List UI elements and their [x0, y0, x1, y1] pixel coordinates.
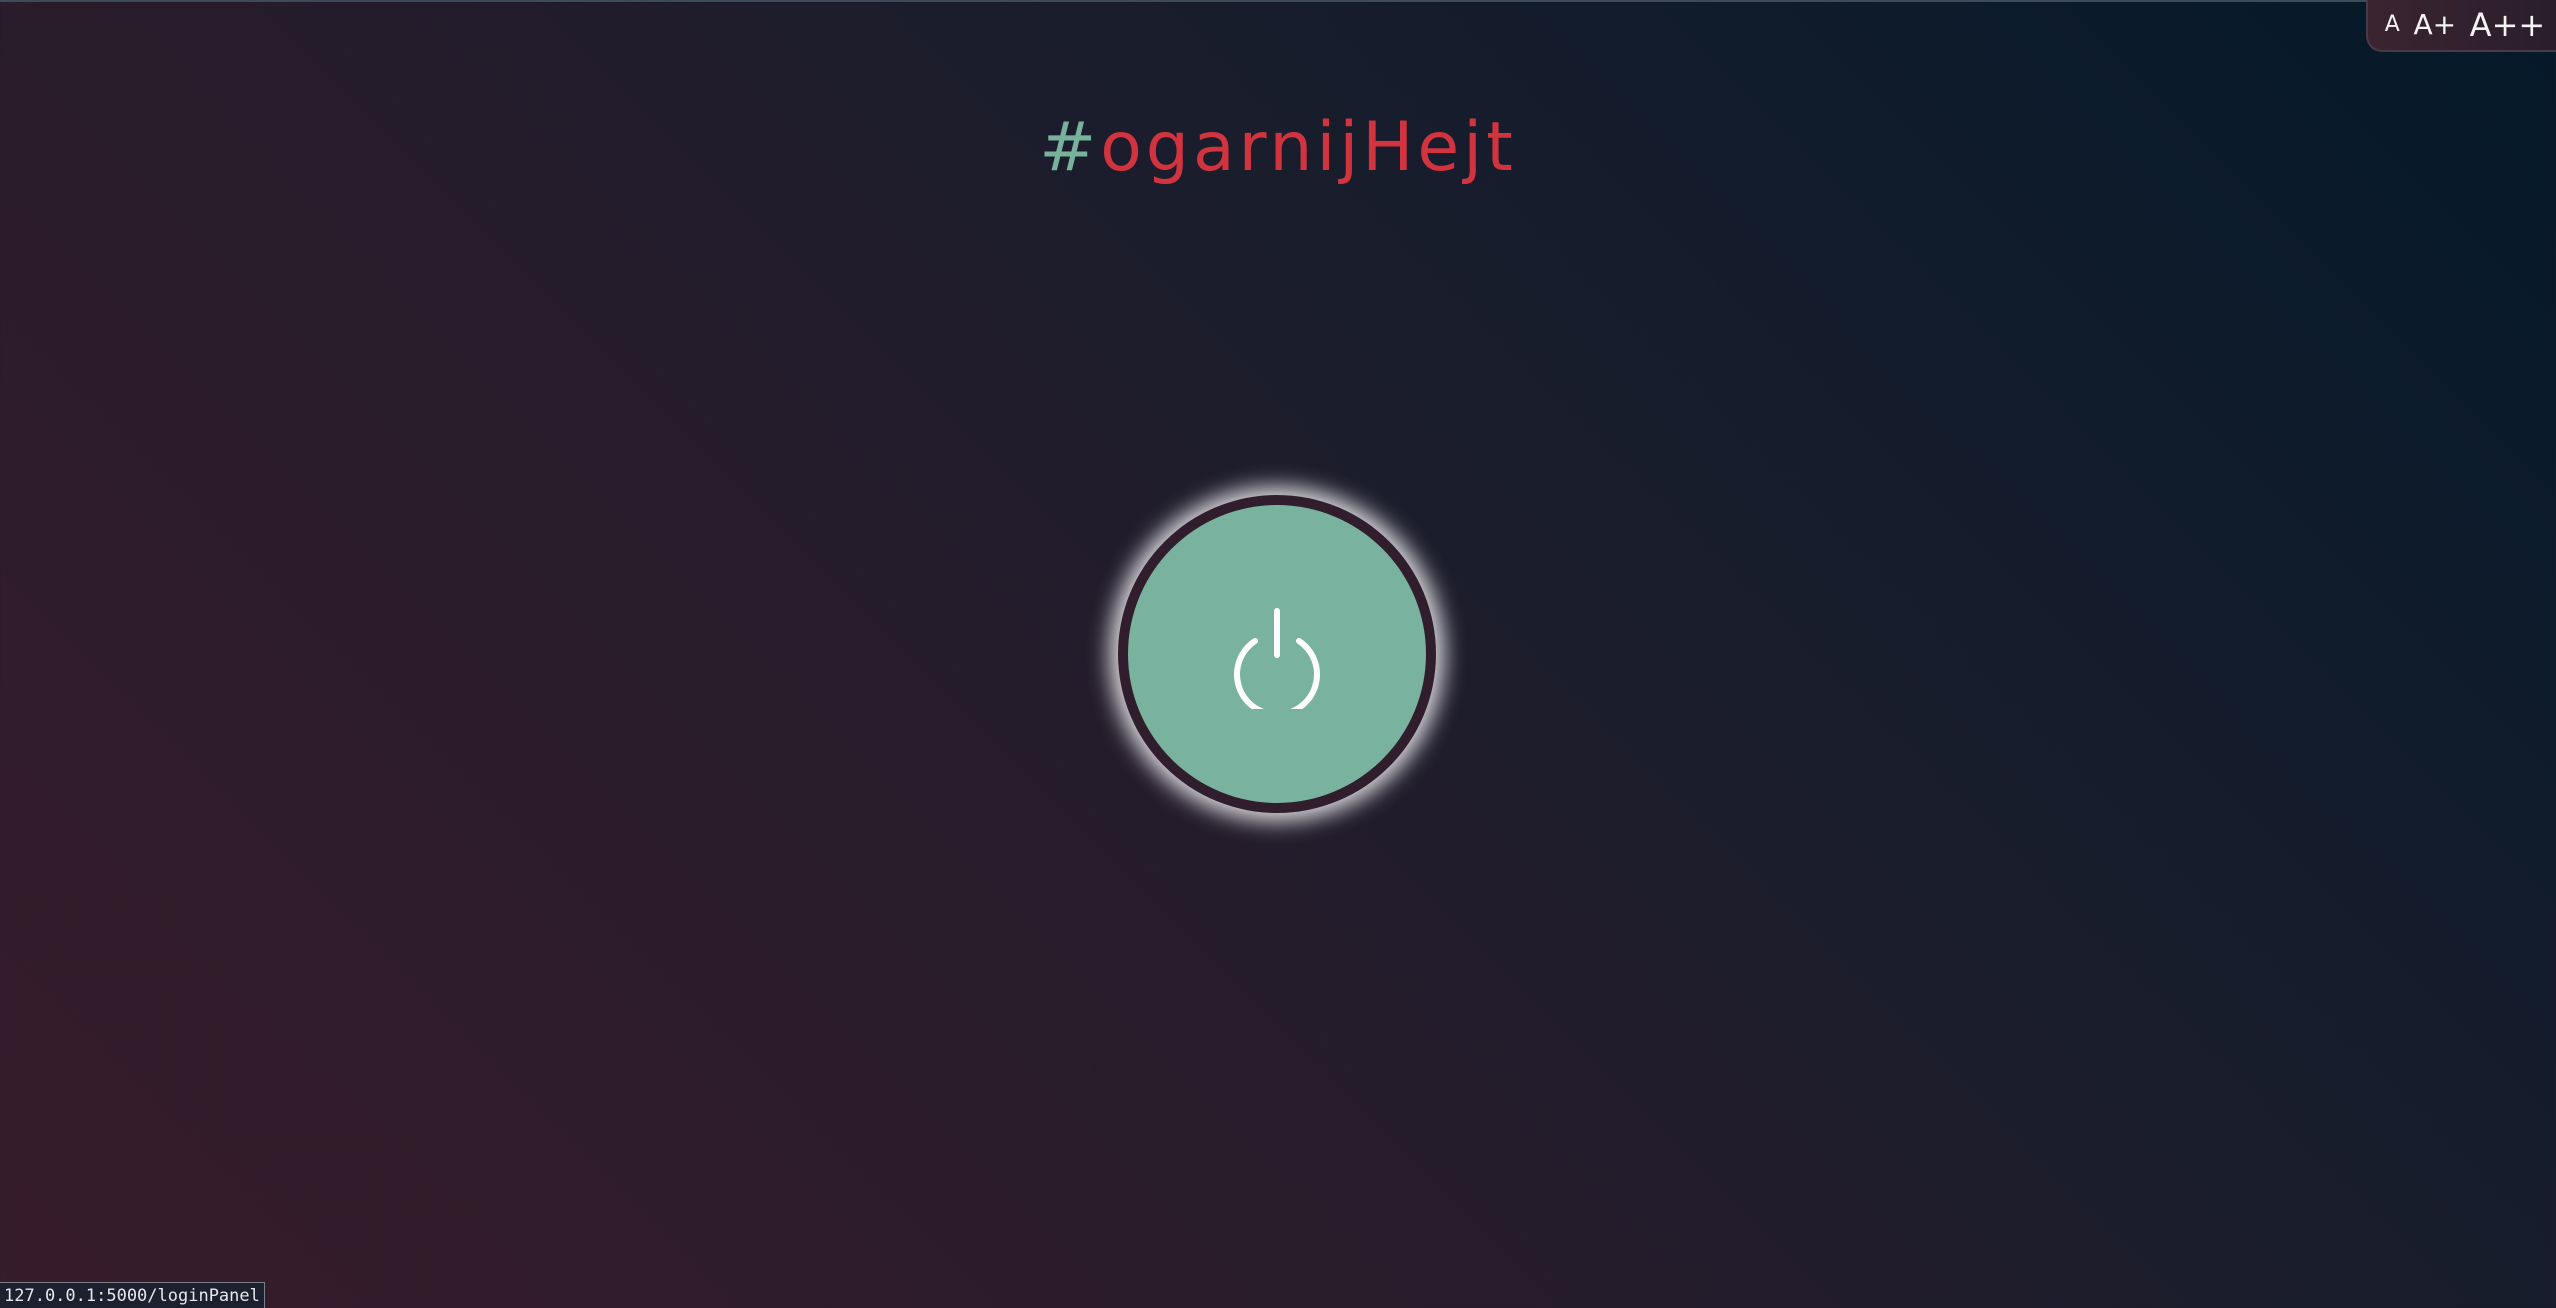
power-icon	[1227, 599, 1327, 709]
title-hash: #	[1039, 108, 1101, 187]
power-button[interactable]	[1128, 505, 1426, 803]
status-bar-url: 127.0.0.1:5000/loginPanel	[0, 1282, 265, 1308]
font-size-normal-button[interactable]: A	[2385, 14, 2400, 36]
page-title: #ogarnijHejt	[0, 108, 2556, 188]
power-button-ring[interactable]	[1118, 495, 1436, 813]
title-word: ogarnijHejt	[1100, 108, 1517, 187]
top-border	[0, 0, 2556, 2]
font-size-max-button[interactable]: A++	[2470, 9, 2546, 41]
font-size-increase-button[interactable]: A+	[2413, 11, 2456, 39]
font-size-controls: A A+ A++	[2366, 0, 2556, 52]
